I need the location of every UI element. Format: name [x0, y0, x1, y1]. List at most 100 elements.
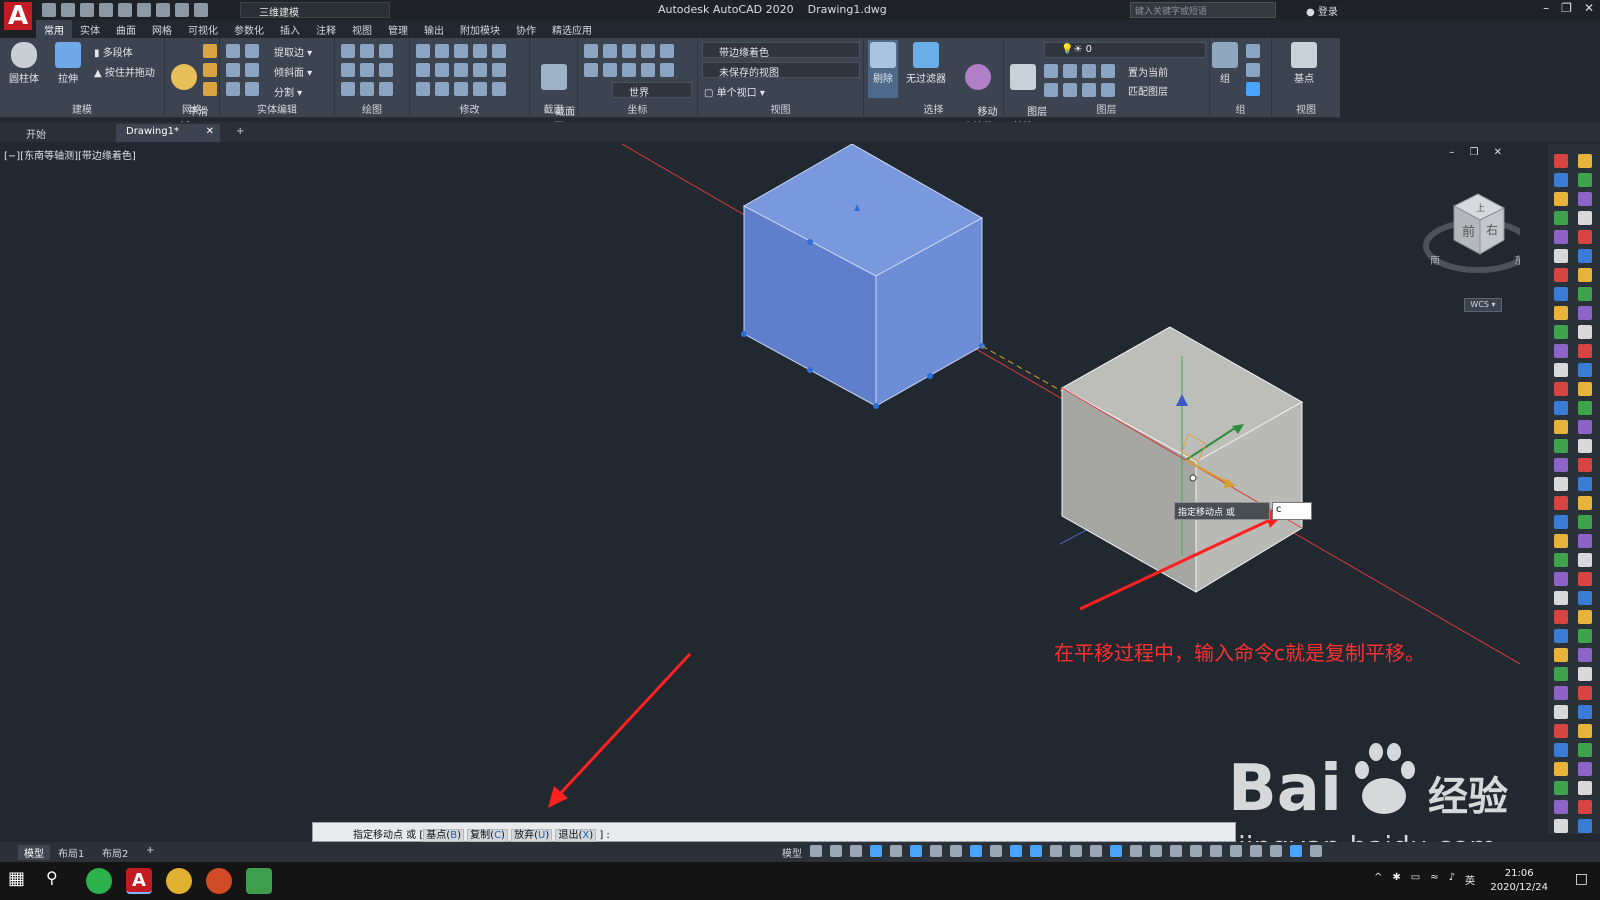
wechat-icon[interactable] — [86, 868, 112, 894]
units-icon[interactable] — [1190, 845, 1202, 857]
tool-palette-icon[interactable] — [1554, 344, 1568, 358]
ucs-view-icon[interactable] — [641, 44, 655, 58]
panel-title-groups[interactable]: 组 — [1210, 101, 1271, 116]
panel-title-base-view[interactable]: 视图 — [1272, 101, 1340, 116]
taper-icon[interactable] — [245, 63, 259, 77]
polar-icon[interactable] — [910, 845, 922, 857]
tool-palette-icon[interactable] — [1554, 401, 1568, 415]
3d-osnap-icon[interactable] — [1050, 845, 1062, 857]
no-filter-button[interactable]: 无过滤器 — [904, 42, 948, 85]
tool-palette-icon[interactable] — [1578, 781, 1592, 795]
scale-icon[interactable] — [473, 63, 487, 77]
tab-11[interactable]: 附加模块 — [452, 20, 508, 38]
tab-6[interactable]: 插入 — [272, 20, 308, 38]
visual-style-dropdown[interactable]: 带边缘着色 — [702, 42, 860, 59]
mirror-icon[interactable] — [416, 63, 430, 77]
tool-palette-icon[interactable] — [1578, 534, 1592, 548]
app-icon[interactable] — [246, 868, 272, 894]
gizmo-icon[interactable] — [1110, 845, 1122, 857]
separate-button[interactable]: 分割 ▾ — [274, 84, 302, 99]
tool-palette-icon[interactable] — [1578, 686, 1592, 700]
tool-palette-icon[interactable] — [1578, 211, 1592, 225]
layer-tool-icon[interactable] — [1063, 64, 1077, 78]
tool-palette-icon[interactable] — [1554, 553, 1568, 567]
tab-3[interactable]: 网格 — [144, 20, 180, 38]
offset-icon[interactable] — [473, 82, 487, 96]
grip-point[interactable] — [807, 239, 813, 245]
tool-palette-icon[interactable] — [1554, 800, 1568, 814]
dynamic-ucs-icon[interactable] — [1070, 845, 1082, 857]
tool-palette-icon[interactable] — [1578, 249, 1592, 263]
culling-button[interactable]: 剔除 — [868, 40, 898, 98]
layer-tool-icon[interactable] — [1101, 64, 1115, 78]
ucs-face-icon[interactable] — [603, 44, 617, 58]
annotation-monitor-icon[interactable] — [1170, 845, 1182, 857]
trim-icon[interactable] — [492, 44, 506, 58]
circle-icon[interactable] — [379, 63, 393, 77]
search-taskbar-icon[interactable]: ⚲ — [46, 868, 72, 894]
panel-title-solid-edit[interactable]: 实体编辑 — [220, 101, 334, 116]
tool-palette-icon[interactable] — [1578, 173, 1592, 187]
clean-screen-icon[interactable] — [1290, 845, 1302, 857]
tab-10[interactable]: 输出 — [416, 20, 452, 38]
extrude-button[interactable]: 拉伸 — [50, 42, 86, 85]
panel-title-section[interactable]: 截面 — [530, 101, 577, 116]
tool-palette-icon[interactable] — [1578, 439, 1592, 453]
panel-title-coordinates[interactable]: 坐标 — [578, 101, 697, 116]
selection-cycling-icon[interactable] — [1030, 845, 1042, 857]
rotate3d-icon[interactable] — [454, 63, 468, 77]
ucs-icon[interactable] — [584, 44, 598, 58]
tab-9[interactable]: 管理 — [380, 20, 416, 38]
layer-tool-icon[interactable] — [1082, 64, 1096, 78]
tool-palette-icon[interactable] — [1578, 401, 1592, 415]
undo-icon[interactable] — [175, 3, 189, 17]
new-tab-icon[interactable]: + — [226, 124, 254, 142]
align-icon[interactable] — [454, 82, 468, 96]
tool-palette-icon[interactable] — [1578, 724, 1592, 738]
dynamic-input-field[interactable]: c — [1272, 502, 1312, 520]
redo-icon[interactable] — [194, 3, 208, 17]
tab-drawing1[interactable]: Drawing1* ✕ — [116, 124, 220, 142]
panel-title-modeling[interactable]: 建模 — [0, 101, 164, 116]
tool-palette-icon[interactable] — [1578, 363, 1592, 377]
login-button[interactable]: ● 登录 — [1306, 3, 1338, 18]
restore-icon[interactable]: ❐ — [1561, 1, 1572, 15]
ellipse-icon[interactable] — [379, 82, 393, 96]
quick-properties-icon[interactable] — [1210, 845, 1222, 857]
chrome-icon[interactable] — [166, 868, 192, 894]
layer-dropdown[interactable]: 💡☀ 0 — [1044, 42, 1206, 58]
tool-palette-icon[interactable] — [1578, 572, 1592, 586]
array-icon[interactable] — [435, 63, 449, 77]
polysolid-button[interactable]: ▮ 多段体 — [94, 44, 133, 59]
viewcube[interactable]: 上 前 右 南 东 — [1420, 184, 1520, 284]
union-icon[interactable] — [226, 44, 240, 58]
tool-palette-icon[interactable] — [1578, 230, 1592, 244]
otrack-icon[interactable] — [950, 845, 962, 857]
layout-tab-0[interactable]: 模型 — [18, 845, 50, 860]
compass-east-label[interactable]: 东 — [1514, 254, 1520, 267]
intersect-icon[interactable] — [226, 63, 240, 77]
save-as-icon[interactable] — [99, 3, 113, 17]
tool-palette-icon[interactable] — [1554, 325, 1568, 339]
tool-palette-icon[interactable] — [1578, 344, 1592, 358]
tab-12[interactable]: 协作 — [508, 20, 544, 38]
cylinder-button[interactable]: 圆柱体 — [6, 42, 42, 85]
mesh-tool-icon[interactable] — [203, 82, 217, 96]
ime-indicator[interactable]: 英 — [1465, 872, 1475, 887]
tool-palette-icon[interactable] — [1554, 762, 1568, 776]
tool-palette-icon[interactable] — [1554, 287, 1568, 301]
autocad-taskbar-icon[interactable]: A — [126, 868, 152, 894]
viewport-config-button[interactable]: ▢ 单个视口 ▾ — [704, 84, 765, 99]
workspace-dropdown[interactable]: 三维建模 — [240, 2, 390, 19]
tool-palette-icon[interactable] — [1578, 325, 1592, 339]
tool-palette-icon[interactable] — [1578, 800, 1592, 814]
volume-icon[interactable]: ♪ — [1449, 872, 1455, 887]
layer-tool-icon[interactable] — [1101, 83, 1115, 97]
tool-palette-icon[interactable] — [1554, 496, 1568, 510]
close-icon[interactable]: ✕ — [1584, 1, 1594, 15]
group-button[interactable]: 组 — [1212, 42, 1238, 85]
tool-palette-icon[interactable] — [1554, 420, 1568, 434]
tool-palette-icon[interactable] — [1578, 154, 1592, 168]
saved-view-dropdown[interactable]: 未保存的视图 — [702, 62, 860, 79]
add-layout-icon[interactable]: + — [146, 845, 154, 856]
